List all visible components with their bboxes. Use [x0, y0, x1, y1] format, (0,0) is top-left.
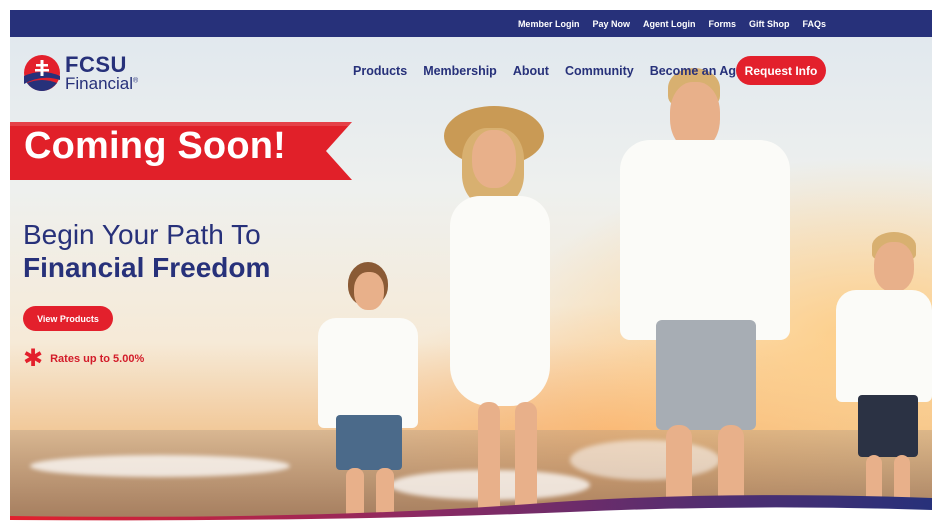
woman-dress	[450, 196, 550, 406]
forms-link[interactable]: Forms	[708, 19, 736, 29]
rates-callout: ✱ Rates up to 5.00%	[23, 345, 145, 372]
girl-shorts	[336, 415, 402, 470]
main-navigation: Products Membership About Community Beco…	[353, 64, 771, 78]
nav-community[interactable]: Community	[565, 64, 634, 78]
asterisk-icon: ✱	[23, 345, 44, 372]
headline-line-2: Financial Freedom	[23, 252, 271, 284]
boy-face	[874, 242, 914, 292]
man-shirt	[620, 140, 790, 340]
agent-login-link[interactable]: Agent Login	[643, 19, 696, 29]
nav-about[interactable]: About	[513, 64, 549, 78]
girl-face	[354, 272, 384, 310]
hero-headline: Begin Your Path To Financial Freedom	[23, 218, 270, 284]
woman-face	[472, 130, 516, 188]
faqs-link[interactable]: FAQs	[802, 19, 826, 29]
rates-text: Rates up to 5.00%	[50, 353, 145, 365]
nav-membership[interactable]: Membership	[423, 64, 497, 78]
coming-soon-text: Coming Soon!	[24, 125, 287, 167]
headline-line-1: Begin Your Path To	[23, 219, 261, 250]
gift-shop-link[interactable]: Gift Shop	[749, 19, 790, 29]
view-products-button[interactable]: View Products	[23, 306, 113, 331]
logo-brand-text: FCSU	[65, 52, 127, 77]
top-utility-bar: Member Login Pay Now Agent Login Forms G…	[10, 10, 932, 37]
bottom-wave-decoration	[10, 495, 932, 522]
boy-shirt	[836, 290, 932, 402]
man-shorts	[656, 320, 756, 430]
girl-shirt	[318, 318, 418, 428]
pay-now-link[interactable]: Pay Now	[592, 19, 630, 29]
cross-globe-icon	[23, 54, 61, 92]
page: Member Login Pay Now Agent Login Forms G…	[10, 10, 932, 522]
member-login-link[interactable]: Member Login	[518, 19, 580, 29]
fcsu-logo[interactable]: FCSU Financial®	[23, 54, 138, 92]
logo-subtitle: Financial®	[65, 74, 139, 93]
boy-shorts	[858, 395, 918, 457]
request-info-button[interactable]: Request Info	[736, 56, 826, 85]
nav-products[interactable]: Products	[353, 64, 407, 78]
